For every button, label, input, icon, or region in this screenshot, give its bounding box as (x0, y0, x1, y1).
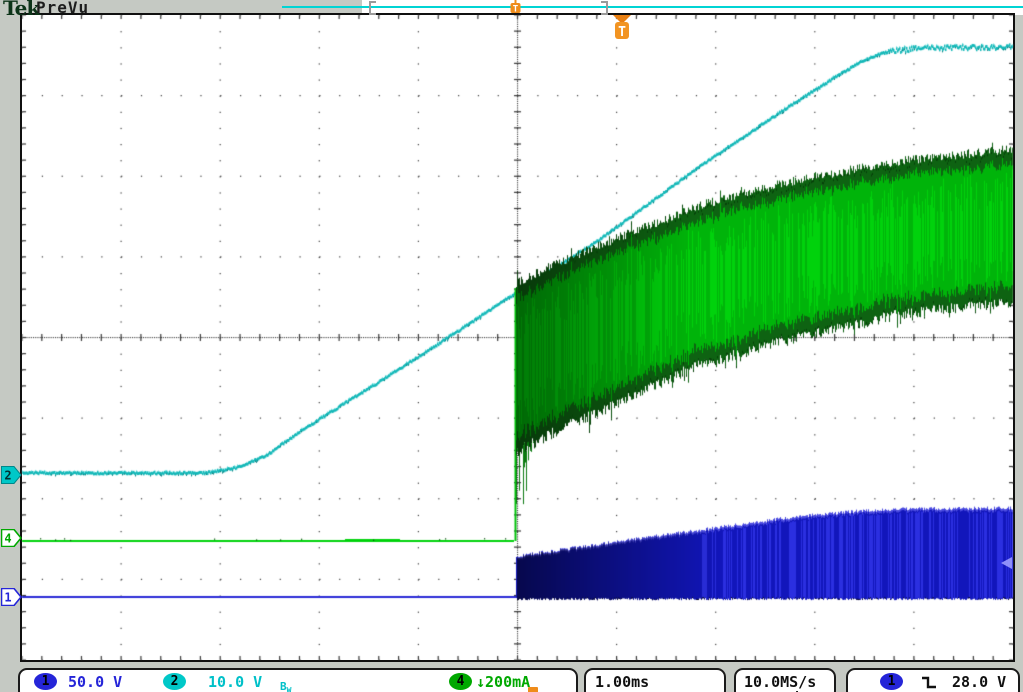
trigger-level: 28.0 V (952, 673, 1006, 691)
waveform-display (0, 0, 1023, 692)
channel-4-badge[interactable]: 4 (449, 673, 472, 690)
channel-1-level-arrow (1000, 556, 1014, 570)
trigger-position-readout-partial (528, 687, 538, 692)
tek-logo: Tek (3, 0, 39, 20)
bandwidth-limit-indicator: BW (280, 675, 291, 692)
readout-bar: 1 50.0 V 2 10.0 V BW 4 ↓200mA 1.00ms 10.… (0, 666, 1023, 692)
bw-letter: B (280, 680, 287, 692)
channel-2-scale: 10.0 V (208, 673, 262, 691)
channel-4-position-marker[interactable]: 4 (1, 529, 22, 547)
channel-1-position-marker[interactable]: 1 (1, 588, 22, 606)
acquisition-status: PreVu (36, 0, 89, 17)
horizontal-scale-box[interactable]: 1.00ms (584, 668, 726, 692)
channel-1-badge[interactable]: 1 (34, 673, 57, 690)
bw-subscript: W (287, 686, 292, 692)
horizontal-scale: 1.00ms (595, 673, 649, 691)
trigger-flag-label: T (618, 25, 626, 40)
trigger-source-badge[interactable]: 1 (880, 673, 903, 690)
sample-rate: 10.0MS/s (744, 673, 816, 691)
record-trigger-marker[interactable]: T (509, 0, 522, 14)
channel-2-marker-label: 2 (4, 469, 11, 483)
channel-1-scale: 50.0 V (68, 673, 122, 691)
channel-2-badge[interactable]: 2 (163, 673, 186, 690)
sample-rate-box[interactable]: 10.0MS/s 10k points (734, 668, 836, 692)
falling-edge-icon (920, 675, 938, 690)
channel-4-marker-label: 4 (4, 532, 11, 546)
channel-2-position-marker[interactable]: 2 (1, 466, 22, 484)
trigger-position-flag[interactable]: T (613, 15, 631, 42)
record-window-right-bracket[interactable] (601, 1, 608, 15)
channel-1-marker-label: 1 (4, 591, 11, 605)
record-trigger-marker-label: T (513, 5, 519, 15)
channel-readouts-box[interactable]: 1 50.0 V 2 10.0 V BW 4 ↓200mA (18, 668, 578, 692)
trigger-readout-box[interactable]: 1 28.0 V (846, 668, 1020, 692)
channel-4-scale: ↓200mA (476, 673, 530, 691)
record-window-left-bracket[interactable] (369, 1, 376, 15)
